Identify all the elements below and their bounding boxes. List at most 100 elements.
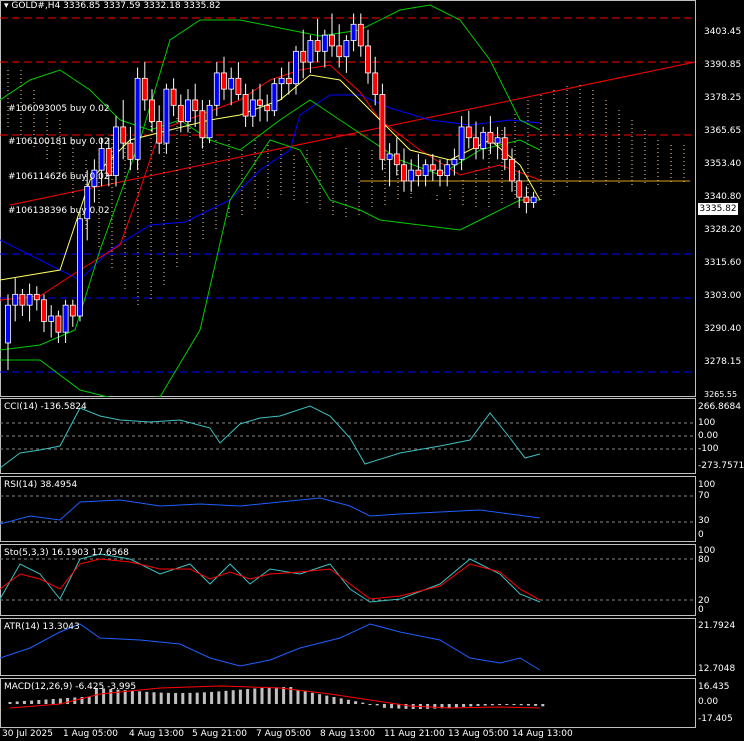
macd-bar [498,704,502,706]
candle-body [206,104,213,139]
order-label-2[interactable]: #106100181 buy 0.02 [8,137,110,147]
macd-pane[interactable]: MACD(12,26,9) -6.425 -3.995 16.435 0.00 … [0,678,744,728]
rsi-tick: 0 [698,530,704,540]
time-tick: 5 Aug 21:00 [192,729,247,739]
candle-body [228,77,235,90]
macd-bar [145,691,149,704]
candle-body [271,83,278,112]
pane-frame [0,0,696,397]
candle-body [415,169,422,176]
atr-pane[interactable]: ATR(14) 13.3043 21.7924 12.7048 [0,618,744,676]
price-tick: 3403.45 [704,27,742,37]
macd-bar [346,699,350,704]
candle-body [465,126,472,139]
candle-body [141,77,148,101]
candle-body [509,158,515,182]
macd-bar [505,704,509,706]
macd-bar [224,690,228,704]
candle-body [321,34,328,52]
cci-pane[interactable]: CCI(14) -136.5824 266.8684 100 0.00 -100… [0,398,744,474]
candle-body [163,88,170,144]
candle-body [300,50,307,63]
sto-main-line [0,553,541,603]
macd-bar [44,699,48,704]
candle-body [329,34,335,47]
rsi-line [0,497,541,525]
candle-body [257,99,263,106]
candle-body [33,293,40,301]
macd-bar [130,690,134,704]
rsi-tick: 70 [698,491,710,501]
candle-body [113,126,119,176]
order-label-4[interactable]: #106138396 buy 0.02 [8,206,110,216]
order-label-3[interactable]: #106114626 buy 0.02 [8,172,110,182]
rsi-tick: 100 [698,480,716,490]
macd-bar [22,701,26,704]
macd-bar [238,689,242,704]
macd-tick: -17.405 [698,714,733,724]
cci-tick: 100 [698,418,716,428]
dropdown-triangle-icon[interactable]: ▾ [4,1,9,11]
candle-body [62,304,69,333]
pane-frame [0,618,696,676]
order-label-1[interactable]: #106093005 buy 0.02 [8,104,110,114]
candle-body [213,72,220,106]
main-chart-canvas[interactable] [0,0,744,397]
macd-bar [476,704,480,706]
macd-bar [202,692,206,704]
macd-bar [310,692,314,704]
macd-bar [51,699,55,704]
price-tick: 3328.20 [704,225,742,235]
cci-tick: -273.7571 [698,461,744,471]
candle-body [365,45,371,74]
atr-tick: 12.7048 [698,664,736,674]
candle-body [249,99,256,117]
main-chart-pane[interactable]: ▾ GOLD#,H4 3336.85 3337.59 3332.18 3335.… [0,0,744,399]
macd-bar [447,704,451,708]
macd-bar [332,697,336,704]
cci-tick: 0.00 [698,431,719,441]
macd-bar [123,690,127,704]
stochastic-pane[interactable]: Sto(5,3,3) 16.1903 17.6568 100 80 20 0 [0,544,744,616]
macd-bar [260,688,264,704]
macd-bar [246,689,250,704]
macd-bar [282,687,286,704]
time-axis: 30 Jul 2025 1 Aug 05:00 4 Aug 13:00 5 Au… [0,728,744,741]
sto-tick: 80 [698,555,710,565]
candle-body [451,158,458,166]
macd-bar [253,688,257,704]
cci-tick: 266.8684 [698,402,741,412]
candle-body [177,104,184,122]
candle-body [55,315,62,333]
macd-bar [181,692,185,704]
rsi-label: RSI(14) 38.4954 [4,480,78,490]
candle-body [429,164,436,171]
macd-bar [15,701,19,704]
macd-bar [274,687,278,704]
candle-body [134,77,141,160]
price-tick: 3315.60 [704,258,742,268]
time-tick: 14 Aug 13:00 [512,729,573,739]
candle-body [487,131,494,144]
macd-bar [375,704,379,706]
macd-bar [37,700,41,704]
macd-bar [462,704,466,707]
candle-body [422,164,429,176]
price-tick: 3340.80 [704,192,742,202]
candle-body [473,137,479,149]
candle-body [494,137,501,144]
candle-body [379,94,386,160]
atr-label: ATR(14) 13.3043 [4,622,80,632]
macd-bar [483,704,487,706]
rsi-pane[interactable]: RSI(14) 38.4954 100 70 30 0 [0,476,744,542]
candle-body [156,121,163,144]
candle-body [401,164,407,182]
candle-body [285,77,292,85]
macd-bar [382,704,386,708]
rsi-canvas [0,476,696,542]
candle-body [314,40,321,52]
candle-body [77,218,83,317]
time-tick: 13 Aug 05:00 [448,729,509,739]
candle-body [264,104,271,112]
candle-body [386,153,393,160]
